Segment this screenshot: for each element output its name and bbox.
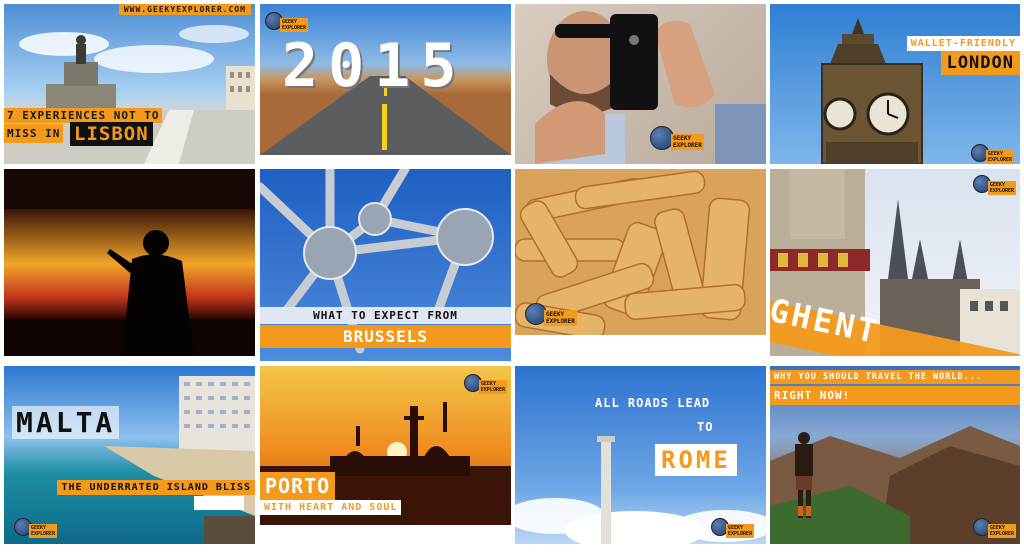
logo-text-line1: GEEKY: [673, 135, 692, 142]
logo-text-line2: EXPLORER: [480, 387, 505, 393]
london-headline-line1: WALLET-FRIENDLY: [906, 36, 1020, 51]
logo-badge: GEEKY EXPLORER: [711, 516, 755, 538]
travel-headline-line1: WHY YOU SHOULD TRAVEL THE WORLD...: [770, 370, 1020, 384]
logo-text-line2: EXPLORER: [546, 318, 575, 325]
logo-badge: GEEKY EXPLORER: [972, 173, 1016, 195]
tile-rome[interactable]: ALL ROADS LEAD TO ROME GEEKY EXPLORER: [515, 366, 766, 544]
logo-badge: GEEKY EXPLORER: [525, 302, 577, 326]
rome-headline-line1: ALL ROADS LEAD: [595, 396, 711, 410]
lisbon-headline-line1: 7 EXPERIENCES NOT TO: [4, 108, 163, 123]
tile-malta[interactable]: MALTA THE UNDERRATED ISLAND BLISS GEEKY E…: [4, 366, 255, 544]
tile-travel-world[interactable]: WHY YOU SHOULD TRAVEL THE WORLD... RIGHT…: [770, 366, 1020, 544]
brussels-headline-line1: WHAT TO EXPECT FROM: [260, 307, 511, 324]
lisbon-headline-line2: MISS IN: [4, 124, 64, 143]
tile-london[interactable]: WALLET-FRIENDLY LONDON GEEKY EXPLORER: [770, 4, 1020, 164]
tile-brussels[interactable]: WHAT TO EXPECT FROM BRUSSELS: [260, 169, 511, 361]
tile-lisbon[interactable]: WWW.GEEKYEXPLORER.COM 7 EXPERIENCES NOT …: [4, 4, 255, 164]
malta-subtitle: THE UNDERRATED ISLAND BLISS: [57, 480, 255, 495]
logo-text-line2: EXPLORER: [989, 188, 1014, 194]
london-headline-highlight: LONDON: [940, 51, 1020, 75]
logo-badge: GEEKY EXPLORER: [463, 372, 507, 394]
logo-badge: GEEKY EXPLORER: [14, 516, 58, 538]
rome-headline-highlight: ROME: [655, 444, 737, 476]
site-url-banner: WWW.GEEKYEXPLORER.COM: [118, 4, 251, 15]
lisbon-headline-highlight: LISBON: [70, 122, 153, 146]
logo-text-line2: EXPLORER: [31, 531, 56, 537]
year-title: 2015: [282, 31, 467, 101]
tile-ghent[interactable]: GEEKY EXPLORER GHENT: [770, 169, 1020, 356]
tile-fries[interactable]: GEEKY EXPLORER: [515, 169, 766, 335]
logo-badge: GEEKY EXPLORER: [970, 142, 1014, 164]
logo-text-line2: EXPLORER: [728, 531, 753, 537]
logo-badge: GEEKY EXPLORER: [265, 10, 309, 32]
brussels-headline-highlight: BRUSSELS: [260, 325, 511, 348]
big-ben-illustration: [821, 18, 923, 164]
logo-badge: GEEKY EXPLORER: [650, 126, 704, 150]
logo-text-line1: GEEKY: [546, 311, 565, 318]
tile-fountain-silhouette[interactable]: [4, 169, 255, 356]
logo-badge: GEEKY EXPLORER: [972, 516, 1016, 538]
malta-title: MALTA: [12, 406, 120, 439]
person-with-phone-illustration: [535, 11, 766, 164]
rome-headline-line2: TO: [697, 420, 714, 434]
logo-text-line2: EXPLORER: [989, 531, 1014, 537]
fountain-silhouette-illustration: [4, 209, 255, 356]
tile-porto[interactable]: GEEKY EXPLORER PORTO WITH HEART AND SOUL: [260, 366, 511, 525]
tile-2015[interactable]: GEEKY EXPLORER 2015: [260, 4, 511, 155]
travel-headline-line2: RIGHT NOW!: [770, 386, 1020, 405]
porto-headline-highlight: PORTO: [260, 472, 336, 500]
logo-text-line2: EXPLORER: [673, 142, 702, 149]
logo-text-line2: EXPLORER: [987, 157, 1012, 163]
porto-subtitle: WITH HEART AND SOUL: [260, 500, 402, 515]
tile-iphone-photo[interactable]: GEEKY EXPLORER: [515, 4, 766, 164]
